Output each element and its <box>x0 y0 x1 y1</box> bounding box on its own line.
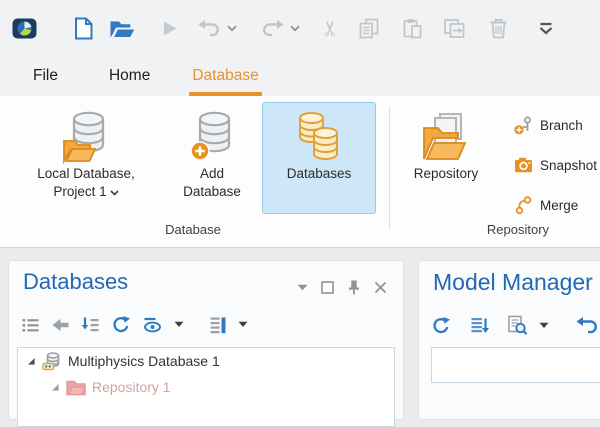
tab-home[interactable]: Home <box>109 56 150 96</box>
local-database-icon <box>62 107 110 165</box>
find-icon[interactable] <box>507 315 528 335</box>
undo-icon[interactable] <box>198 19 221 38</box>
visibility-options-icon[interactable] <box>174 321 184 328</box>
cut-icon[interactable]: ✂ <box>318 19 343 37</box>
quick-access-toolbar: ✂ <box>0 0 600 56</box>
snapshot-icon <box>514 157 533 173</box>
collapse-icon[interactable] <box>297 284 308 291</box>
open-file-icon[interactable] <box>109 18 136 39</box>
merge-label: Merge <box>540 198 578 213</box>
tab-file[interactable]: File <box>33 56 58 96</box>
duplicate-icon[interactable] <box>443 18 465 39</box>
refresh-icon[interactable] <box>431 316 451 335</box>
merge-button[interactable]: Merge <box>514 192 578 218</box>
close-icon[interactable] <box>374 281 387 294</box>
list-view-icon[interactable] <box>21 316 40 334</box>
repository-button[interactable]: Repository <box>398 102 494 184</box>
paste-icon[interactable] <box>402 18 423 39</box>
expanded-triangle-icon[interactable] <box>50 382 60 392</box>
delete-icon[interactable] <box>489 18 508 39</box>
ribbon: Local Database, Project 1 Add Database <box>0 96 600 248</box>
databases-panel-title: Databases <box>23 269 128 295</box>
tree-row-multiphysics-database[interactable]: Multiphysics Database 1 <box>18 348 394 374</box>
local-database-button[interactable]: Local Database, Project 1 <box>10 102 162 202</box>
databases-tree: Multiphysics Database 1 Repository 1 <box>17 347 395 427</box>
ribbon-tabs: File Home Database <box>0 56 600 96</box>
add-database-icon <box>190 107 234 165</box>
model-manager-toolbar <box>431 315 599 335</box>
branch-button[interactable]: Branch <box>514 112 583 138</box>
repository-icon <box>420 107 472 165</box>
sort-icon[interactable] <box>470 316 490 335</box>
dropdown-caret-icon <box>110 190 119 196</box>
columns-icon[interactable] <box>209 315 227 334</box>
tree-row-repository[interactable]: Repository 1 <box>18 374 394 400</box>
snapshot-button[interactable]: Snapshot <box>514 152 597 178</box>
tree-row-label: Multiphysics Database 1 <box>68 353 220 369</box>
databases-panel-toolbar <box>21 315 248 334</box>
database-node-icon <box>42 351 62 371</box>
group-label-repository: Repository <box>398 222 600 237</box>
redo-options-icon[interactable] <box>290 25 300 32</box>
local-database-label-line1: Local Database, <box>37 165 135 183</box>
local-database-label-line2: Project 1 <box>53 184 106 199</box>
model-manager-search-input[interactable] <box>431 347 600 383</box>
branch-label: Branch <box>540 118 583 133</box>
repository-node-icon <box>66 379 86 396</box>
tab-database[interactable]: Database <box>192 56 258 96</box>
expanded-triangle-icon[interactable] <box>26 356 36 366</box>
group-separator <box>389 106 390 230</box>
repository-label: Repository <box>414 165 479 183</box>
columns-options-icon[interactable] <box>238 321 248 328</box>
redo-icon[interactable] <box>261 19 284 38</box>
group-label-database: Database <box>10 222 376 237</box>
databases-panel: Databases Multiphysics Database 1 Reposi… <box>8 260 404 420</box>
back-icon[interactable] <box>51 316 70 334</box>
go-to-node-icon[interactable] <box>81 316 100 334</box>
undo-icon[interactable] <box>576 316 599 335</box>
snapshot-label: Snapshot <box>540 158 597 173</box>
visibility-icon[interactable] <box>142 316 163 333</box>
pin-icon[interactable] <box>347 279 361 295</box>
add-database-label-line2: Database <box>183 183 241 201</box>
model-manager-panel: Model Manager <box>418 260 600 420</box>
databases-icon <box>293 107 345 165</box>
databases-panel-window-controls <box>297 279 387 295</box>
toolbar-options-icon[interactable] <box>538 22 554 35</box>
copy-icon[interactable] <box>358 18 380 39</box>
tree-row-label: Repository 1 <box>92 379 171 395</box>
float-icon[interactable] <box>321 281 334 294</box>
new-file-icon[interactable] <box>73 17 93 40</box>
databases-label: Databases <box>287 165 352 183</box>
add-database-label-line1: Add <box>200 165 224 183</box>
run-icon[interactable] <box>162 20 178 37</box>
add-database-button[interactable]: Add Database <box>168 102 256 202</box>
undo-options-icon[interactable] <box>227 25 237 32</box>
databases-button[interactable]: Databases <box>262 102 376 214</box>
app-logo-icon[interactable] <box>12 18 37 39</box>
model-manager-panel-title: Model Manager <box>433 269 593 296</box>
find-options-icon[interactable] <box>539 322 549 329</box>
branch-icon <box>514 116 533 135</box>
refresh-icon[interactable] <box>111 315 131 334</box>
merge-icon <box>514 196 533 215</box>
